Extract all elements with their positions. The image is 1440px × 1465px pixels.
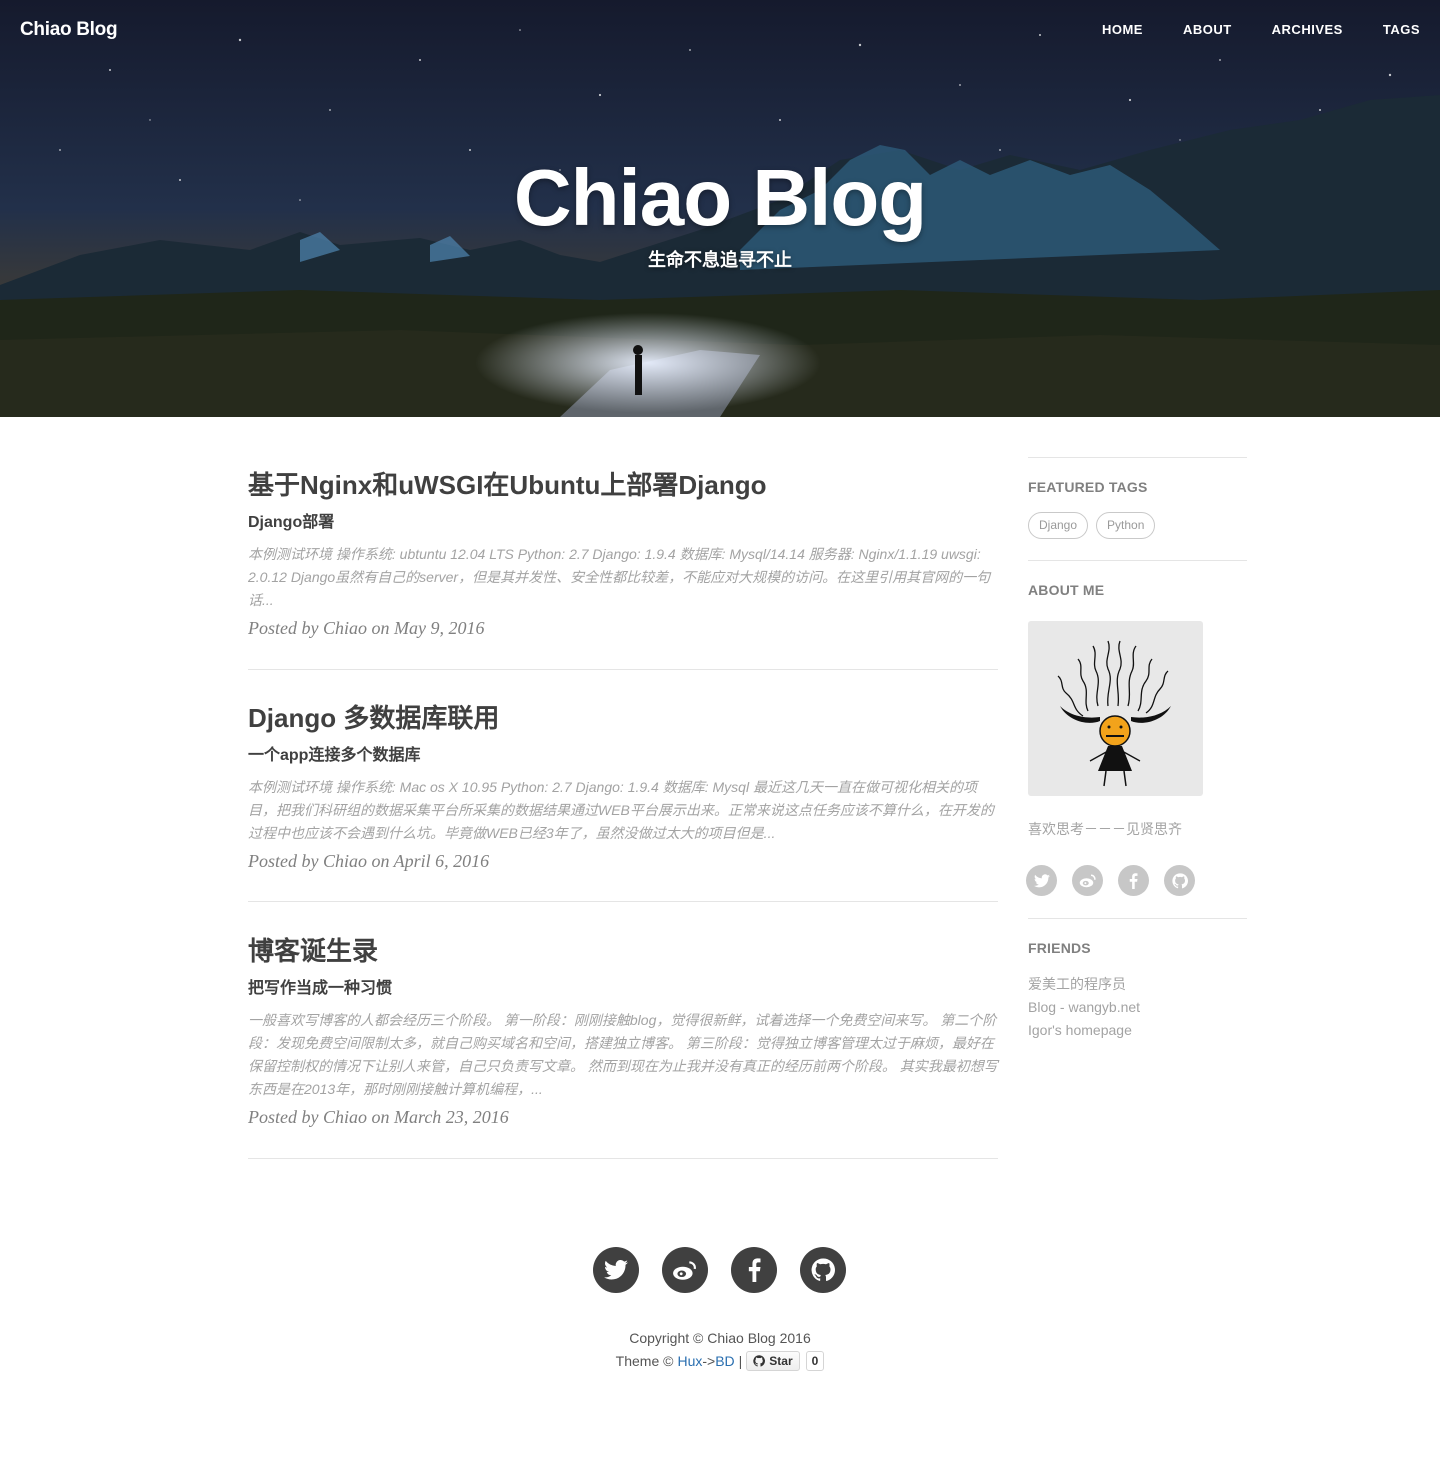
tag-python[interactable]: Python	[1096, 512, 1156, 539]
theme-link-bd[interactable]: BD	[715, 1353, 734, 1369]
nav-archives-link[interactable]: ARCHIVES	[1272, 22, 1343, 37]
post-excerpt: 本例测试环境 操作系统: ubtuntu 12.04 LTS Python: 2…	[248, 546, 991, 608]
nav-home-link[interactable]: HOME	[1102, 22, 1143, 37]
twitter-icon[interactable]	[593, 1247, 639, 1293]
star-label: Star	[769, 1354, 793, 1368]
post-divider	[248, 669, 998, 670]
facebook-icon[interactable]	[731, 1247, 777, 1293]
post-subtitle[interactable]: Django部署	[248, 512, 998, 534]
github-icon[interactable]	[800, 1247, 846, 1293]
sidebar-divider	[1028, 560, 1247, 561]
nav-tags-link[interactable]: TAGS	[1383, 22, 1420, 37]
copyright-text: Copyright © Chiao Blog 2016	[629, 1330, 811, 1346]
footer-social-links	[593, 1247, 846, 1293]
weibo-icon[interactable]	[662, 1247, 708, 1293]
github-icon[interactable]	[1164, 865, 1195, 896]
facebook-icon[interactable]	[1118, 865, 1149, 896]
post-preview[interactable]: Django 多数据库联用 一个app连接多个数据库 本例测试环境 操作系统: …	[248, 701, 998, 872]
post-title[interactable]: 基于Nginx和uWSGI在Ubuntu上部署Django	[248, 468, 998, 502]
about-me-text: 喜欢思考－－－见贤思齐	[1028, 821, 1182, 837]
friend-link[interactable]: Blog - wangyb.net	[1028, 996, 1247, 1019]
friends-list: 爱美工的程序员 Blog - wangyb.net Igor's homepag…	[1028, 973, 1247, 1042]
post-meta: Posted by Chiao on March 23, 2016	[248, 1107, 509, 1127]
hero-header: Chiao Blog HOME ABOUT ARCHIVES TAGS Chia…	[0, 0, 1440, 417]
post-meta: Posted by Chiao on May 9, 2016	[248, 618, 485, 638]
post-meta: Posted by Chiao on April 6, 2016	[248, 851, 490, 871]
site-subtitle: 生命不息追寻不止	[648, 250, 792, 270]
friends-heading: FRIENDS	[1028, 940, 1091, 956]
theme-prefix: Theme ©	[615, 1353, 674, 1369]
featured-tags: Django Python	[1028, 512, 1247, 539]
brand-link[interactable]: Chiao Blog	[20, 19, 118, 41]
theme-arrow: ->	[702, 1353, 716, 1369]
post-preview[interactable]: 基于Nginx和uWSGI在Ubuntu上部署Django Django部署 本…	[248, 468, 998, 639]
tag-django[interactable]: Django	[1028, 512, 1089, 539]
github-star-button[interactable]: Star	[746, 1351, 800, 1371]
friend-link[interactable]: 爱美工的程序员	[1028, 973, 1247, 996]
sidebar-divider	[1028, 918, 1247, 919]
post-divider	[248, 901, 998, 902]
avatar	[1028, 621, 1203, 796]
theme-separator: |	[738, 1353, 743, 1369]
github-icon	[753, 1355, 766, 1367]
post-title[interactable]: 博客诞生录	[248, 934, 998, 968]
post-excerpt: 一般喜欢写博客的人都会经历三个阶段。 第一阶段：刚刚接触blog，觉得很新鲜，试…	[248, 1012, 998, 1097]
site-title: Chiao Blog	[513, 153, 927, 242]
featured-tags-heading: FEATURED TAGS	[1028, 479, 1148, 495]
post-preview[interactable]: 博客诞生录 把写作当成一种习惯 一般喜欢写博客的人都会经历三个阶段。 第一阶段：…	[248, 934, 998, 1128]
top-navbar: Chiao Blog HOME ABOUT ARCHIVES TAGS	[0, 0, 1440, 60]
post-subtitle[interactable]: 一个app连接多个数据库	[248, 745, 998, 767]
theme-credit: Theme © Hux->BD | Star 0	[0, 1351, 1440, 1371]
sidebar: FEATURED TAGS Django Python ABOUT ME 喜欢思…	[1026, 457, 1247, 1042]
star-count[interactable]: 0	[805, 1351, 825, 1371]
theme-link-hux[interactable]: Hux	[677, 1353, 702, 1369]
sidebar-social-links	[1026, 865, 1247, 896]
nav-about-link[interactable]: ABOUT	[1183, 22, 1232, 37]
nav-links: HOME ABOUT ARCHIVES TAGS	[1062, 22, 1420, 37]
post-title[interactable]: Django 多数据库联用	[248, 701, 998, 735]
about-me-heading: ABOUT ME	[1028, 582, 1105, 598]
post-subtitle[interactable]: 把写作当成一种习惯	[248, 978, 998, 1000]
post-excerpt: 本例测试环境 操作系统: Mac os X 10.95 Python: 2.7 …	[248, 779, 994, 841]
post-divider	[248, 1158, 998, 1159]
avatar-illustration	[1057, 640, 1171, 787]
weibo-icon[interactable]	[1072, 865, 1103, 896]
sidebar-divider	[1028, 457, 1247, 458]
twitter-icon[interactable]	[1026, 865, 1057, 896]
friend-link[interactable]: Igor's homepage	[1028, 1019, 1247, 1042]
